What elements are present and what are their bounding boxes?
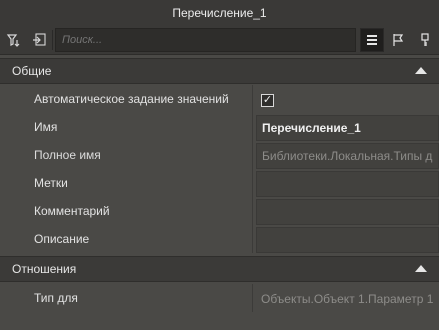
filter-icon bbox=[6, 34, 20, 47]
section-title: Общие bbox=[12, 64, 52, 78]
toolbar bbox=[0, 26, 439, 55]
column-divider bbox=[252, 225, 253, 253]
chevron-up-icon[interactable] bbox=[415, 265, 427, 272]
key-icon bbox=[421, 33, 429, 46]
section-relations-header[interactable]: Отношения bbox=[0, 256, 439, 282]
pin-icon bbox=[33, 33, 46, 46]
property-label: Автоматическое задание значений bbox=[34, 92, 229, 106]
property-label: Имя bbox=[34, 120, 58, 134]
pin-button[interactable] bbox=[27, 28, 51, 52]
column-divider bbox=[252, 113, 253, 141]
property-label: Описание bbox=[34, 232, 90, 246]
property-label: Комментарий bbox=[34, 204, 110, 218]
column-divider bbox=[252, 197, 253, 225]
property-row-name: Имя Перечисление_1 bbox=[0, 113, 439, 141]
property-label: Метки bbox=[34, 176, 68, 190]
filter-button[interactable] bbox=[2, 28, 26, 52]
column-divider bbox=[252, 169, 253, 197]
flag-button[interactable] bbox=[386, 28, 410, 52]
tags-field[interactable] bbox=[256, 171, 439, 197]
checkmark-icon: ✓ bbox=[262, 93, 273, 106]
property-label: Тип для bbox=[34, 291, 78, 305]
list-view-button[interactable] bbox=[360, 28, 384, 52]
column-divider bbox=[252, 85, 253, 113]
property-label: Полное имя bbox=[34, 148, 101, 162]
property-row-comment: Комментарий bbox=[0, 197, 439, 225]
flag-icon bbox=[393, 34, 404, 46]
search-input[interactable] bbox=[55, 28, 356, 52]
section-general-header[interactable]: Общие bbox=[0, 58, 439, 84]
property-row-description: Описание bbox=[0, 225, 439, 253]
column-divider bbox=[252, 141, 253, 169]
property-row-auto-values: Автоматическое задание значений ✓ bbox=[0, 85, 439, 113]
property-row-tags: Метки bbox=[0, 169, 439, 197]
key-button[interactable] bbox=[413, 28, 437, 52]
property-row-full-name: Полное имя Библиотеки.Локальная.Типы д bbox=[0, 141, 439, 169]
window-title-bar: Перечисление_1 bbox=[0, 0, 439, 26]
column-divider bbox=[252, 284, 253, 312]
description-field[interactable] bbox=[256, 227, 439, 253]
property-row-type-for: Тип для Объекты.Объект 1.Параметр 1 bbox=[0, 284, 439, 312]
auto-values-checkbox[interactable]: ✓ bbox=[261, 93, 274, 107]
type-for-field: Объекты.Объект 1.Параметр 1 bbox=[261, 292, 434, 306]
full-name-field: Библиотеки.Локальная.Типы д bbox=[256, 143, 439, 169]
toolbar-separator bbox=[52, 30, 53, 50]
list-icon bbox=[367, 35, 377, 45]
section-title: Отношения bbox=[12, 262, 77, 276]
comment-field[interactable] bbox=[256, 199, 439, 225]
chevron-up-icon[interactable] bbox=[415, 67, 427, 74]
window-title: Перечисление_1 bbox=[172, 6, 267, 20]
property-value: ✓ bbox=[256, 87, 439, 113]
name-field[interactable]: Перечисление_1 bbox=[256, 115, 439, 141]
